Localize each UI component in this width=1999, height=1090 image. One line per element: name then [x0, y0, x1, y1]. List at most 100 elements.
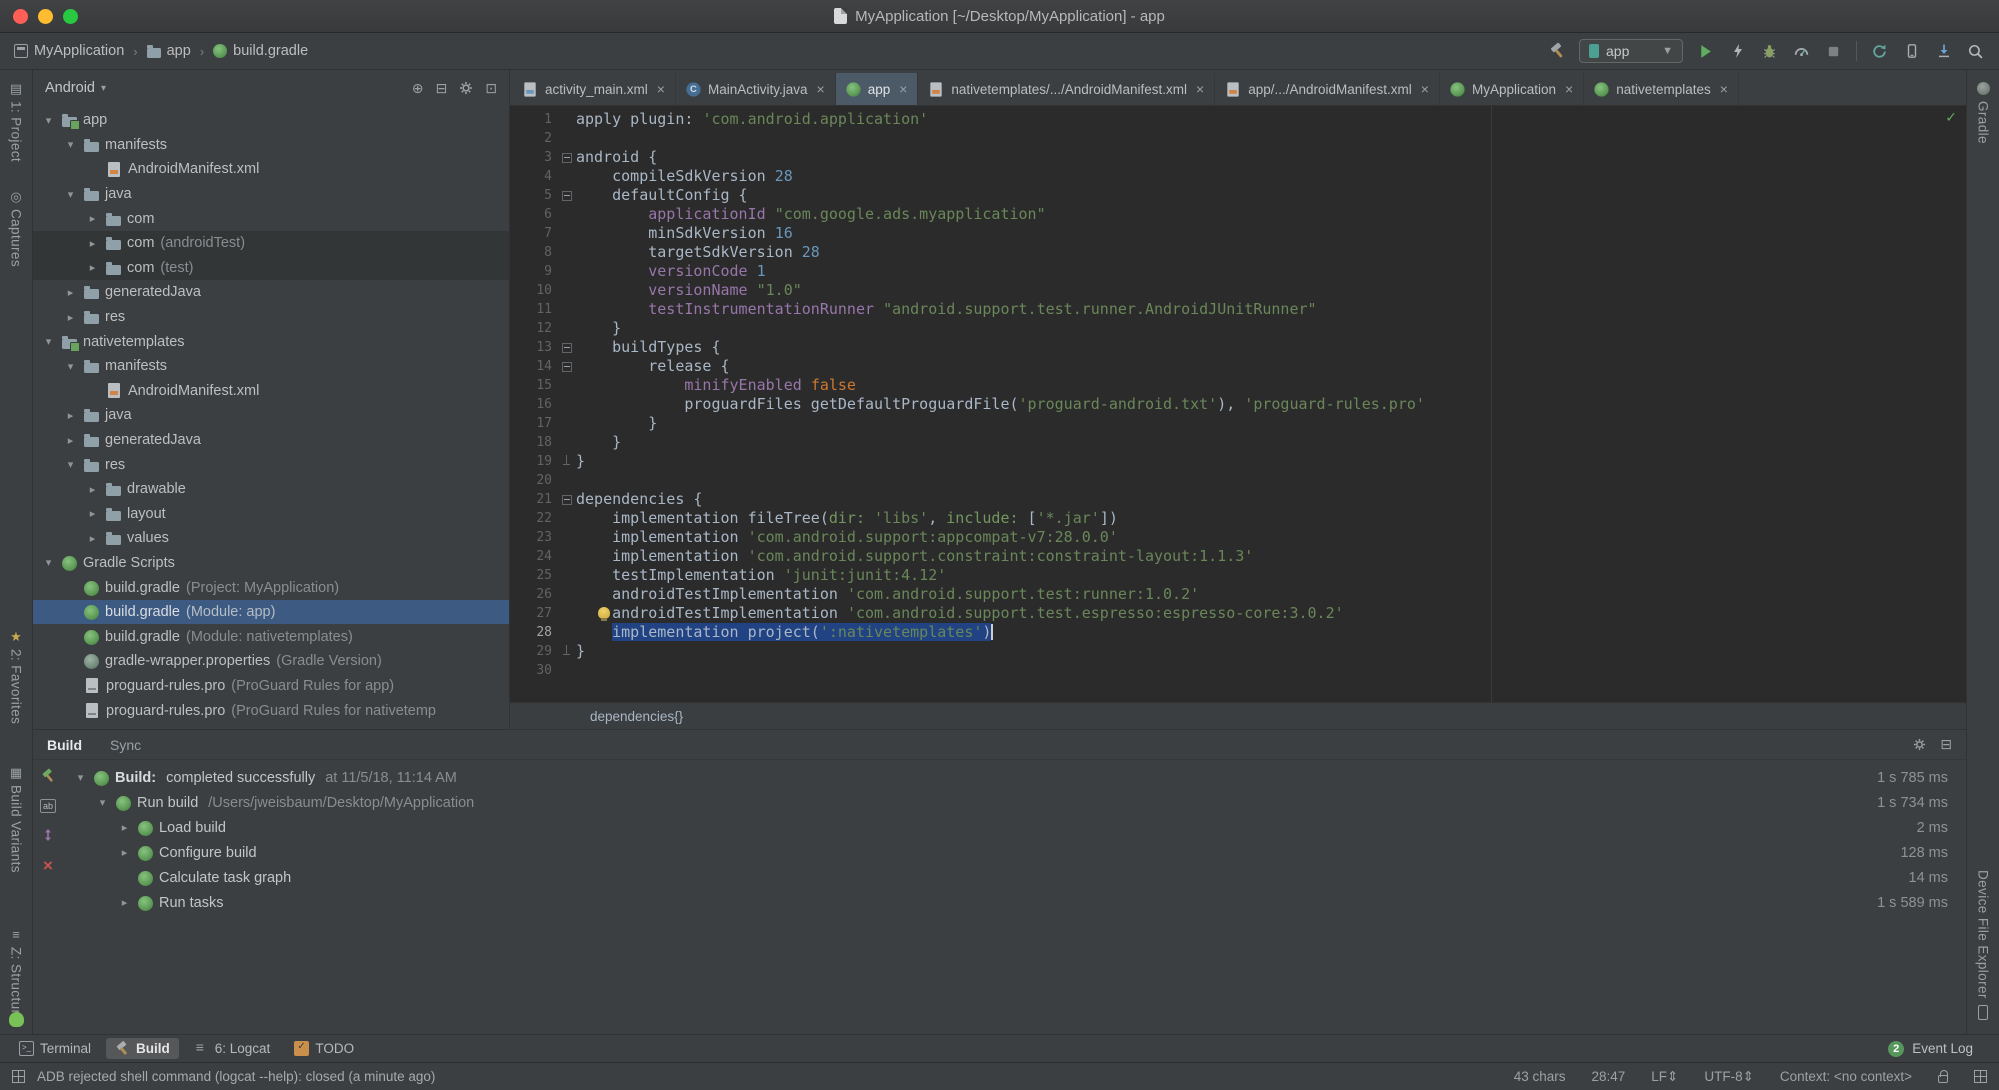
run-button[interactable]	[1696, 42, 1715, 61]
tool-window-button-build[interactable]: Build	[106, 1038, 179, 1059]
editor-tab-myapplication[interactable]: MyApplication ×	[1440, 73, 1585, 105]
chevron-down-icon[interactable]: ▾	[41, 114, 56, 127]
tree-item-androidmanifest-xml[interactable]: AndroidManifest.xml	[33, 157, 509, 182]
close-tab-icon[interactable]: ×	[1720, 81, 1728, 97]
chevron-down-icon[interactable]: ▾	[95, 796, 110, 809]
chevron-down-icon[interactable]: ▾	[41, 335, 56, 348]
code-line[interactable]: 13 buildTypes {	[510, 338, 1966, 357]
build-row-run-build[interactable]: ▾ Run build/Users/jweisbaum/Desktop/MyApp…	[63, 790, 1966, 815]
code-line[interactable]: 22 implementation fileTree(dir: 'libs', …	[510, 509, 1966, 528]
breadcrumb-dependencies[interactable]: dependencies{}	[590, 709, 683, 724]
search-icon[interactable]	[1966, 42, 1985, 61]
chevron-down-icon[interactable]: ▾	[63, 188, 78, 201]
build-row-completed-successfully[interactable]: ▾ Build: completed successfully at 11/5/18…	[63, 765, 1966, 790]
chevron-right-icon[interactable]: ▸	[117, 821, 132, 834]
status-item-43-chars[interactable]: 43 chars	[1514, 1069, 1566, 1085]
tree-item-com[interactable]: ▸ com	[33, 206, 509, 231]
screen-reader-icon[interactable]	[1974, 1070, 1987, 1083]
tool-window-button-6-logcat[interactable]: 6: Logcat	[185, 1038, 280, 1059]
breadcrumb-item-build-gradle[interactable]: build.gradle	[213, 43, 308, 59]
close-tab-icon[interactable]: ×	[899, 81, 907, 97]
close-tab-icon[interactable]: ×	[817, 81, 825, 97]
tree-item-proguard-rules-pro-proguard-rules-for-app[interactable]: proguard-rules.pro (ProGuard Rules for ap…	[33, 674, 509, 699]
chevron-down-icon[interactable]: ▾	[41, 556, 56, 569]
profiler-button[interactable]	[1792, 42, 1811, 61]
expand-all-icon[interactable]	[41, 828, 55, 842]
restart-build-icon[interactable]	[40, 768, 56, 784]
fold-collapse-icon[interactable]	[558, 490, 576, 509]
chevron-down-icon[interactable]: ▾	[63, 360, 78, 373]
chevron-right-icon[interactable]: ▸	[63, 434, 78, 447]
breadcrumb-item-app[interactable]: app	[146, 43, 191, 59]
chevron-right-icon[interactable]: ▸	[117, 846, 132, 859]
hide-panel-icon[interactable]: ⊡	[485, 80, 497, 97]
code-line[interactable]: 25 testImplementation 'junit:junit:4.12'	[510, 566, 1966, 585]
tool-window-button-terminal[interactable]: Terminal	[10, 1038, 100, 1059]
project-view-selector[interactable]: Android ▾	[45, 80, 106, 96]
status-item-context-no-context[interactable]: Context: <no context>	[1780, 1069, 1912, 1085]
code-line[interactable]: 14 release {	[510, 357, 1966, 376]
code-line[interactable]: 12 }	[510, 319, 1966, 338]
tree-item-build-gradle-module-nativetemplates[interactable]: build.gradle (Module: nativetemplates)	[33, 624, 509, 649]
editor-tab-activity-main-xml[interactable]: activity_main.xml ×	[512, 73, 676, 105]
tree-item-res[interactable]: ▾ res	[33, 452, 509, 477]
fold-collapse-icon[interactable]	[558, 186, 576, 205]
status-message[interactable]: ADB rejected shell command (logcat --hel…	[37, 1069, 435, 1084]
build-row-run-tasks[interactable]: ▸ Run tasks 1 s 589 ms	[63, 890, 1966, 915]
status-item-28-47[interactable]: 28:47	[1591, 1069, 1625, 1085]
code-area[interactable]: ✓ 1 apply plugin: 'com.android.applicatio…	[510, 106, 1966, 702]
code-line[interactable]: 26 androidTestImplementation 'com.androi…	[510, 585, 1966, 604]
chevron-right-icon[interactable]: ▸	[85, 507, 100, 520]
code-line[interactable]: 8 targetSdkVersion 28	[510, 243, 1966, 262]
code-line[interactable]: 18 }	[510, 433, 1966, 452]
editor-tab-nativetemplates-androidmanifest-xml[interactable]: nativetemplates/.../AndroidManifest.xml ×	[918, 73, 1216, 105]
editor-tab-app[interactable]: app ×	[835, 73, 919, 105]
code-line[interactable]: 23 implementation 'com.android.support:a…	[510, 528, 1966, 547]
code-line[interactable]: 29}	[510, 642, 1966, 661]
toggle-view-icon[interactable]: ab	[40, 799, 56, 813]
device-manager-icon[interactable]	[1902, 42, 1921, 61]
code-line[interactable]: 30	[510, 661, 1966, 680]
close-tab-icon[interactable]: ×	[1421, 81, 1429, 97]
tree-item-com-test[interactable]: ▸ com (test)	[33, 255, 509, 281]
breadcrumb-item-myapplication[interactable]: MyApplication	[14, 43, 124, 59]
chevron-down-icon[interactable]: ▾	[63, 138, 78, 151]
chevron-right-icon[interactable]: ▸	[63, 311, 78, 324]
hide-panel-icon[interactable]: ⊟	[1940, 736, 1952, 753]
tree-item-androidmanifest-xml[interactable]: AndroidManifest.xml	[33, 379, 509, 404]
code-line[interactable]: 9 versionCode 1	[510, 262, 1966, 281]
fold-collapse-icon[interactable]	[558, 148, 576, 167]
tool-button-1-project[interactable]: ▤ 1: Project	[0, 82, 32, 162]
chevron-right-icon[interactable]: ▸	[63, 286, 78, 299]
tool-button-2-favorites[interactable]: ★ 2: Favorites	[0, 630, 32, 724]
apply-changes-icon[interactable]	[1728, 42, 1747, 61]
event-log-button[interactable]: 2 Event Log	[1888, 1040, 1973, 1057]
chevron-right-icon[interactable]: ▸	[85, 532, 100, 545]
tree-item-manifests[interactable]: ▾ manifests	[33, 133, 509, 158]
code-line[interactable]: 3 android {	[510, 148, 1966, 167]
code-line[interactable]: 10 versionName "1.0"	[510, 281, 1966, 300]
tree-item-proguard-rules-pro-proguard-rules-for-nativetemp[interactable]: proguard-rules.pro (ProGuard Rules for na…	[33, 698, 509, 723]
tree-item-gradle-scripts[interactable]: ▾ Gradle Scripts	[33, 551, 509, 576]
sync-gradle-button[interactable]	[1870, 42, 1889, 61]
editor-tab-nativetemplates[interactable]: nativetemplates ×	[1584, 73, 1739, 105]
tool-window-button-todo[interactable]: TODO	[285, 1038, 363, 1059]
tree-item-app[interactable]: ▾ app	[33, 108, 509, 133]
close-tab-icon[interactable]: ×	[1565, 81, 1573, 97]
chevron-right-icon[interactable]: ▸	[85, 237, 100, 250]
build-panel-tab-sync[interactable]: Sync	[110, 737, 141, 753]
tree-item-res[interactable]: ▸ res	[33, 305, 509, 330]
editor-tab-app-androidmanifest-xml[interactable]: app/.../AndroidManifest.xml ×	[1215, 73, 1440, 105]
build-row-configure-build[interactable]: ▸ Configure build 128 ms	[63, 840, 1966, 865]
code-line[interactable]: 16 proguardFiles getDefaultProguardFile(…	[510, 395, 1966, 414]
tree-item-values[interactable]: ▸ values	[33, 526, 509, 551]
tree-item-build-gradle-module-app[interactable]: build.gradle (Module: app)	[33, 599, 509, 625]
code-line[interactable]: 19}	[510, 452, 1966, 471]
code-line[interactable]: 7 minSdkVersion 16	[510, 224, 1966, 243]
tree-item-drawable[interactable]: ▸ drawable	[33, 477, 509, 502]
chevron-down-icon[interactable]: ▾	[73, 771, 88, 784]
code-line[interactable]: 11 testInstrumentationRunner "android.su…	[510, 300, 1966, 319]
tree-item-generatedjava[interactable]: ▸ generatedJava	[33, 428, 509, 453]
debug-button[interactable]	[1760, 42, 1779, 61]
tool-button-captures[interactable]: ◎ Captures	[0, 190, 32, 267]
